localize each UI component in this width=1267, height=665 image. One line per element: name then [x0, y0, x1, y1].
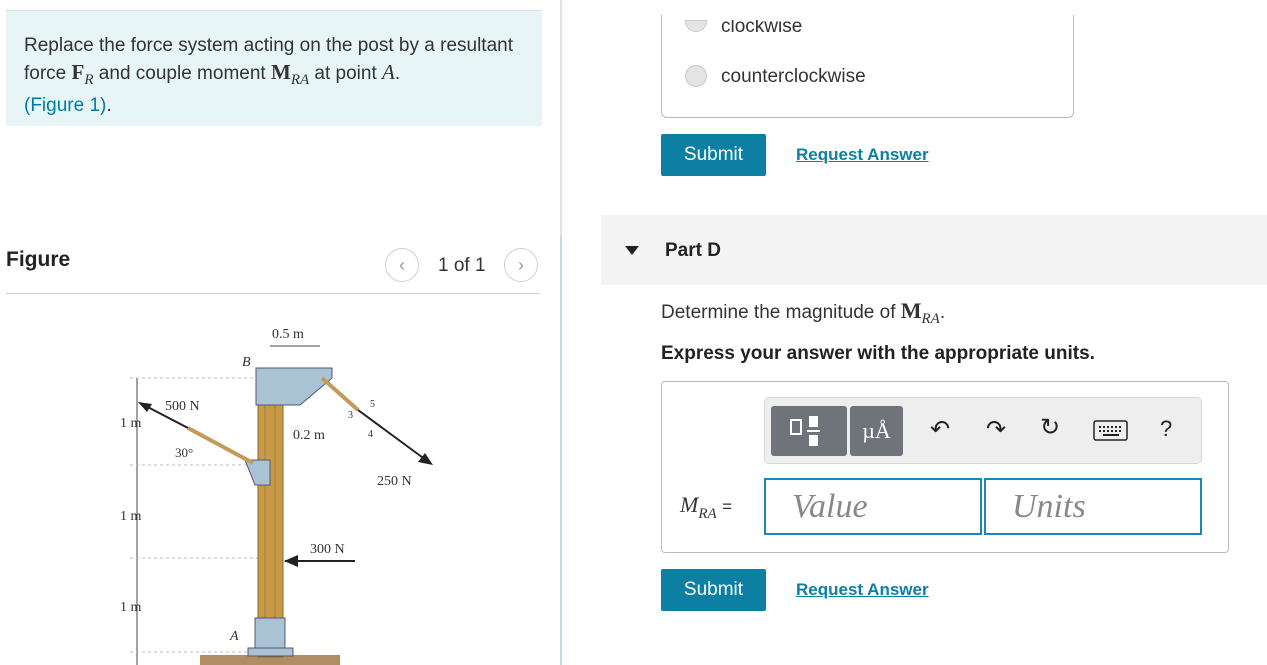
request-answer-link[interactable]: Request Answer — [796, 580, 929, 600]
post-force-diagram: 1 m 1 m 1 m 0.5 m B 500 N 30° 0.2 m 3 4 … — [120, 327, 433, 665]
figure-link[interactable]: (Figure 1) — [24, 95, 106, 116]
submit-button[interactable]: Submit — [661, 569, 766, 611]
dimension-label-top: 0.5 m — [272, 327, 304, 342]
rope-250n — [320, 376, 360, 412]
template-icon — [790, 416, 820, 446]
equation-label: MRA = — [680, 492, 733, 522]
keyboard-button[interactable] — [1093, 420, 1129, 447]
part-d-question: Determine the magnitude of MRA. — [661, 298, 946, 327]
template-button[interactable] — [771, 406, 847, 456]
choice-label-clockwise: clockwise — [721, 20, 803, 36]
figure-title: Figure — [6, 248, 71, 271]
moment-symbol: MRA — [270, 60, 310, 88]
chevron-right-icon: › — [518, 254, 524, 275]
dimension-label: 1 m — [120, 416, 142, 431]
force-250-label: 250 N — [377, 474, 412, 489]
help-icon: ? — [1160, 416, 1173, 441]
figure-pager-text: 1 of 1 — [438, 255, 486, 276]
dimension-label-02: 0.2 m — [293, 428, 325, 443]
rope-500n — [187, 426, 254, 465]
dimension-label: 1 m — [120, 600, 142, 615]
redo-icon: ↷ — [986, 416, 1007, 443]
part-d-instruction: Express your answer with the appropriate… — [661, 343, 1095, 364]
chevron-left-icon: ‹ — [399, 254, 405, 275]
undo-button[interactable]: ↶ — [930, 415, 950, 444]
top-bracket — [255, 367, 333, 406]
keyboard-icon — [1093, 420, 1128, 441]
radio-counterclockwise[interactable] — [685, 65, 707, 87]
figure-divider — [6, 293, 540, 294]
point-a-label: A — [229, 629, 239, 644]
panel-divider-handle[interactable] — [560, 235, 562, 665]
slope-label-5: 5 — [370, 399, 375, 410]
units-icon: µÅ — [862, 418, 891, 443]
figure-prev-button[interactable]: ‹ — [385, 248, 419, 282]
request-answer-link-prev[interactable]: Request Answer — [796, 145, 929, 165]
moment-symbol: MRA — [900, 298, 940, 327]
part-d-title: Part D — [665, 240, 721, 261]
point-b-label: B — [242, 355, 251, 370]
undo-icon: ↶ — [930, 416, 951, 443]
value-input[interactable]: Value — [764, 478, 982, 535]
slope-label-3: 3 — [348, 410, 353, 421]
figure-next-button[interactable]: › — [504, 248, 538, 282]
side-bracket — [244, 459, 271, 486]
choice-label-counterclockwise: counterclockwise — [721, 66, 866, 87]
dimension-label: 1 m — [120, 509, 142, 524]
slope-label-4: 4 — [368, 429, 373, 440]
caret-down-icon[interactable] — [625, 246, 639, 255]
force-500-label: 500 N — [165, 399, 200, 414]
force-300-label: 300 N — [310, 542, 345, 557]
force-symbol: FR — [71, 60, 94, 88]
help-button[interactable]: ? — [1160, 416, 1172, 442]
reset-button[interactable]: ↻ — [1040, 413, 1060, 442]
submit-button-prev[interactable]: Submit — [661, 134, 766, 176]
reset-icon: ↻ — [1040, 414, 1061, 441]
problem-statement: Replace the force system acting on the p… — [24, 35, 513, 116]
angle-30-label: 30° — [175, 445, 193, 460]
units-input[interactable]: Units — [984, 478, 1202, 535]
units-button[interactable]: µÅ — [850, 406, 903, 456]
redo-button[interactable]: ↷ — [986, 415, 1006, 444]
